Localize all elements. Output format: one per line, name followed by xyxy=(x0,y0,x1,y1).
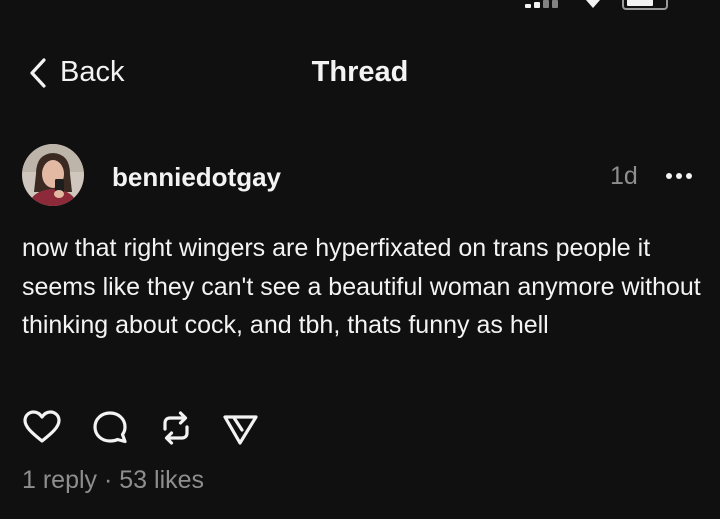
heart-icon[interactable] xyxy=(22,408,62,448)
back-label: Back xyxy=(60,56,125,88)
comment-icon[interactable] xyxy=(90,408,130,448)
stats-separator: · xyxy=(104,466,113,494)
avatar[interactable] xyxy=(22,144,84,206)
username[interactable]: benniedotgay xyxy=(112,162,281,193)
repost-icon[interactable] xyxy=(156,408,196,448)
navigation-bar: Back Thread xyxy=(0,50,720,98)
avatar-image xyxy=(22,144,84,206)
post-stats: 1 reply · 53 likes xyxy=(22,466,204,495)
battery-icon xyxy=(622,0,668,10)
status-bar xyxy=(0,0,720,22)
post-text: now that right wingers are hyperfixated … xyxy=(22,234,701,339)
reply-count[interactable]: 1 reply xyxy=(22,466,97,494)
wifi-icon xyxy=(586,0,600,8)
post-actions xyxy=(22,408,282,448)
post-header: benniedotgay 1d xyxy=(22,144,698,210)
more-options-icon[interactable] xyxy=(664,164,694,188)
share-icon[interactable] xyxy=(220,408,260,448)
signal-icon xyxy=(525,0,561,8)
like-count[interactable]: 53 likes xyxy=(119,466,204,494)
post-timestamp: 1d xyxy=(610,162,638,190)
chevron-left-icon xyxy=(30,57,46,88)
back-button[interactable]: Back xyxy=(28,56,124,89)
